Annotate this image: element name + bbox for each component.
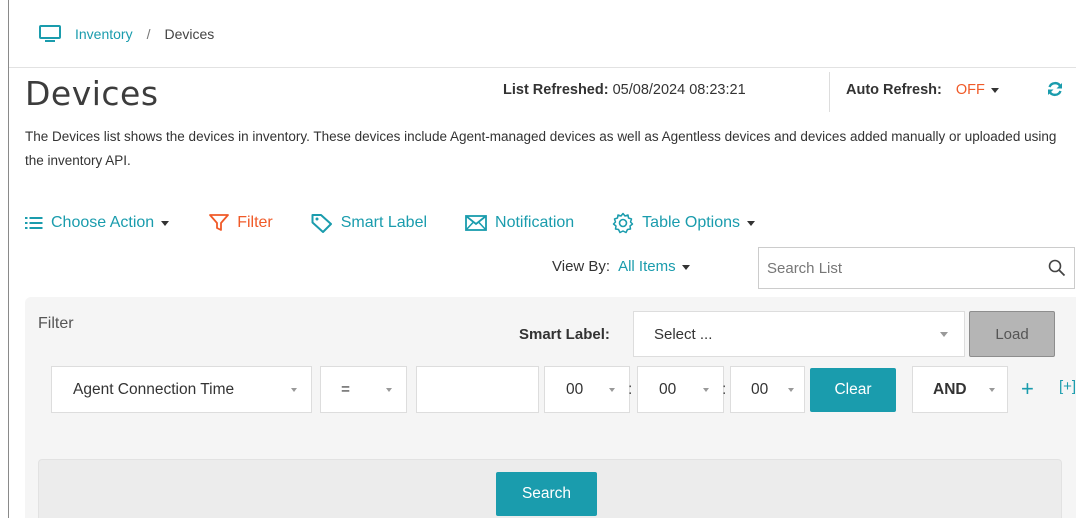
chevron-down-icon	[161, 220, 170, 226]
auto-refresh: Auto Refresh: OFF	[846, 82, 999, 98]
notification-label: Notification	[495, 214, 575, 231]
conjunction-select[interactable]: AND	[912, 366, 1008, 413]
search-area: Search	[38, 459, 1062, 518]
filter-panel: Filter Smart Label: Select ... Load Agen…	[25, 297, 1076, 518]
time-separator: :	[628, 381, 633, 398]
hour-select[interactable]: 00	[544, 366, 630, 413]
gear-icon	[612, 212, 634, 234]
auto-refresh-label: Auto Refresh:	[846, 82, 942, 98]
filter-operator-value: =	[341, 380, 351, 398]
smart-label-select[interactable]: Select ...	[633, 311, 965, 357]
breadcrumb-current: Devices	[164, 25, 215, 42]
view-by-dropdown[interactable]: All Items	[618, 258, 690, 275]
search-list-input[interactable]	[759, 248, 1019, 288]
smart-label-label: Smart Label	[340, 214, 428, 231]
chevron-down-icon	[747, 220, 756, 226]
view-by: View By: All Items	[552, 258, 690, 275]
table-options-button[interactable]: Table Options	[612, 212, 756, 234]
view-by-label: View By:	[552, 258, 611, 275]
funnel-icon	[209, 214, 230, 231]
smart-label-field-label: Smart Label:	[519, 326, 610, 343]
list-refreshed-label: List Refreshed:	[503, 82, 609, 98]
filter-panel-title: Filter	[38, 315, 74, 332]
minute-value: 00	[659, 380, 677, 398]
add-condition-button[interactable]: +	[1021, 376, 1034, 402]
chevron-down-icon	[703, 388, 709, 392]
time-separator: :	[722, 381, 727, 398]
load-button[interactable]: Load	[969, 311, 1055, 357]
list-refreshed-value: 05/08/2024 08:23:21	[612, 82, 746, 98]
search-list-box	[758, 247, 1075, 289]
chevron-down-icon	[609, 388, 615, 392]
envelope-icon	[465, 215, 487, 231]
chevron-down-icon	[989, 388, 995, 392]
chevron-down-icon	[990, 87, 999, 93]
header-divider	[829, 72, 830, 112]
second-value: 00	[751, 380, 769, 398]
sync-icon[interactable]	[1046, 80, 1064, 98]
search-icon[interactable]	[1048, 259, 1066, 277]
filter-operator-select[interactable]: =	[320, 366, 407, 413]
page-title: Devices	[25, 74, 159, 113]
conjunction-value: AND	[933, 380, 967, 398]
filter-value-input[interactable]	[416, 366, 539, 413]
chevron-down-icon	[940, 332, 948, 337]
smart-label-button[interactable]: Smart Label	[311, 213, 427, 233]
list-refreshed: List Refreshed: 05/08/2024 08:23:21	[503, 82, 746, 98]
clear-button[interactable]: Clear	[810, 368, 896, 412]
filter-label: Filter	[237, 214, 273, 231]
chevron-down-icon	[386, 388, 392, 392]
chevron-down-icon	[681, 264, 690, 270]
window-frame-border	[8, 0, 9, 518]
second-select[interactable]: 00	[730, 366, 805, 413]
notification-button[interactable]: Notification	[465, 214, 574, 232]
breadcrumb-separator: /	[146, 25, 151, 42]
chevron-down-icon	[291, 388, 297, 392]
table-options-label: Table Options	[642, 214, 741, 231]
hour-value: 00	[566, 380, 584, 398]
search-button[interactable]: Search	[496, 472, 597, 516]
choose-action-label: Choose Action	[51, 214, 155, 231]
chevron-down-icon	[788, 388, 794, 392]
filter-button[interactable]: Filter	[209, 214, 273, 232]
add-group-button[interactable]: [+]	[1059, 378, 1076, 395]
page-description: The Devices list shows the devices in in…	[25, 129, 1057, 168]
smart-label-select-value: Select ...	[654, 325, 713, 343]
auto-refresh-dropdown[interactable]: OFF	[956, 82, 999, 98]
choose-action-button[interactable]: Choose Action	[25, 214, 170, 232]
tag-icon	[311, 214, 332, 233]
view-by-value: All Items	[618, 258, 676, 275]
filter-field-select[interactable]: Agent Connection Time	[51, 366, 312, 413]
action-toolbar: Choose Action Filter Smart Label Notific…	[25, 210, 756, 236]
filter-field-value: Agent Connection Time	[73, 380, 235, 398]
breadcrumb-inventory-link[interactable]: Inventory	[75, 26, 133, 42]
auto-refresh-value: OFF	[955, 82, 985, 98]
list-icon	[25, 217, 43, 229]
monitor-icon	[39, 24, 61, 42]
minute-select[interactable]: 00	[637, 366, 724, 413]
breadcrumb: Inventory / Devices	[9, 0, 1076, 68]
